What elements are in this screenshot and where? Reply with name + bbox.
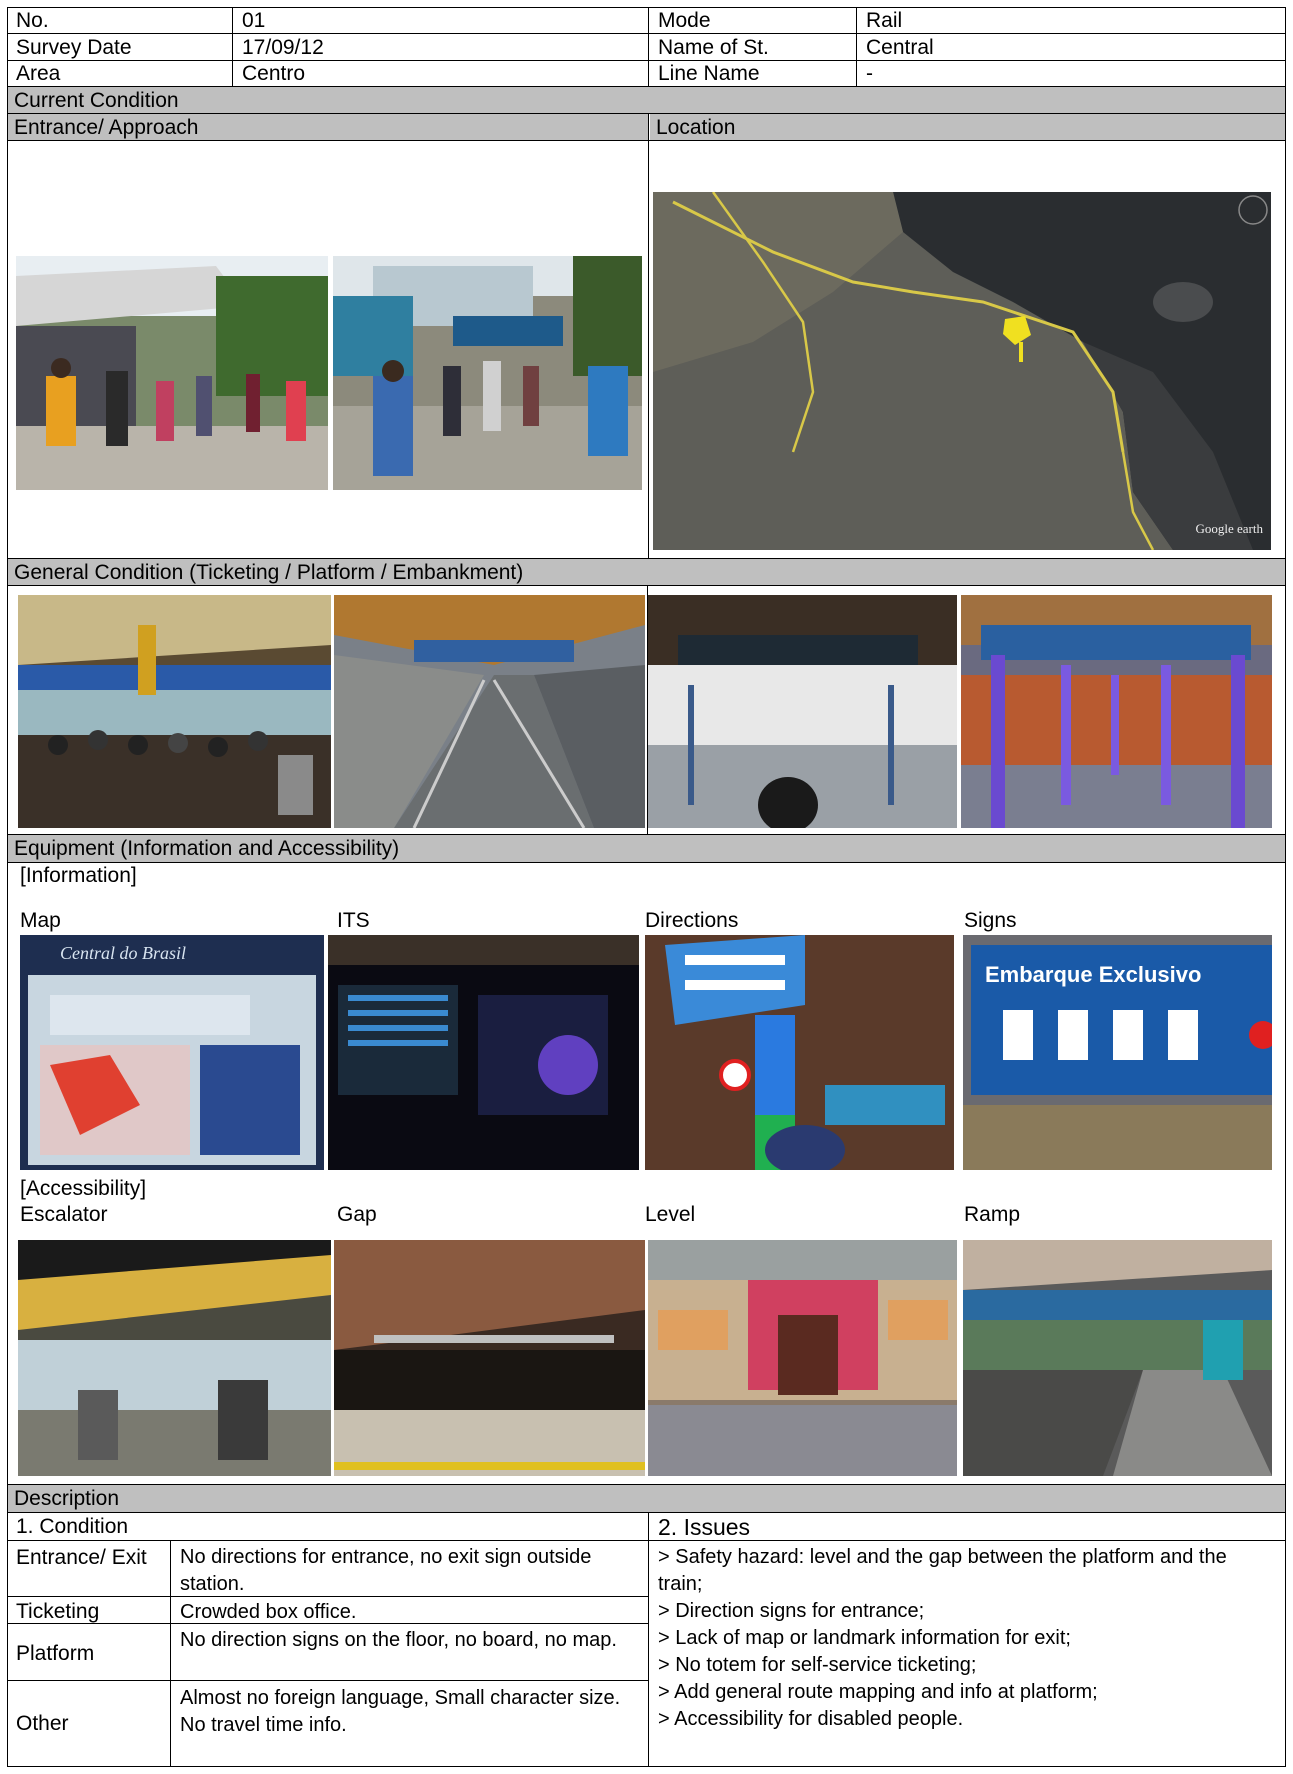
sign-photo-text: Embarque Exclusivo — [985, 962, 1202, 987]
station-name-label: Name of St. — [658, 36, 769, 59]
access-photo-ramp — [963, 1240, 1272, 1476]
general-photo-columns — [961, 595, 1272, 828]
info-label-its: ITS — [337, 909, 370, 932]
condition-text-ticketing: Crowded box office. — [180, 1601, 357, 1623]
info-label-directions: Directions — [645, 909, 739, 932]
information-heading: [Information] — [20, 864, 137, 887]
info-photo-directions — [645, 935, 954, 1170]
general-photo-walkway — [334, 595, 645, 828]
condition-text-entrance: No directions for entrance, no exit sign… — [180, 1546, 592, 1595]
condition-label-other: Other — [16, 1712, 69, 1735]
condition-label-ticketing: Ticketing — [16, 1600, 100, 1623]
map-photo-title: Central do Brasil — [60, 943, 187, 963]
description-header: Description — [8, 1485, 1285, 1512]
mode-label: Mode — [658, 9, 711, 32]
info-label-map: Map — [20, 909, 61, 932]
mode-value: Rail — [866, 9, 903, 32]
location-header: Location — [650, 114, 1285, 141]
info-photo-signs: Embarque Exclusivo — [963, 935, 1272, 1170]
issue-item: > Accessibility for disabled people. — [658, 1708, 964, 1730]
entrance-approach-header: Entrance/ Approach — [8, 114, 648, 141]
survey-date-value: 17/09/12 — [242, 36, 324, 59]
general-photo-platform — [648, 595, 957, 828]
access-label-gap: Gap — [337, 1203, 377, 1226]
info-photo-map: Central do Brasil — [20, 935, 324, 1170]
access-photo-escalator — [18, 1240, 331, 1476]
access-label-level: Level — [645, 1203, 696, 1226]
access-label-escalator: Escalator — [20, 1203, 108, 1226]
accessibility-heading: [Accessibility] — [20, 1177, 147, 1200]
current-condition-header: Current Condition — [8, 87, 1285, 114]
no-value: 01 — [242, 9, 266, 32]
access-label-ramp: Ramp — [964, 1203, 1021, 1226]
line-name-value: - — [866, 62, 873, 85]
survey-date-label: Survey Date — [16, 36, 132, 59]
equipment-header: Equipment (Information and Accessibility… — [8, 835, 1285, 862]
entrance-photo-1 — [16, 256, 328, 490]
condition-label-platform: Platform — [16, 1642, 95, 1665]
no-label: No. — [16, 9, 49, 32]
condition-title: 1. Condition — [16, 1515, 129, 1538]
info-photo-its — [328, 935, 639, 1170]
general-photo-ticketing — [18, 595, 331, 828]
survey-sheet: No. 01 Mode Rail Survey Date 17/09/12 Na… — [0, 0, 1293, 1774]
issue-item: > Safety hazard: level and the gap betwe… — [658, 1546, 1227, 1595]
issues-title: 2. Issues — [658, 1514, 751, 1540]
area-label: Area — [16, 62, 61, 85]
station-name-value: Central — [866, 36, 934, 59]
line-name-label: Line Name — [658, 62, 760, 85]
access-photo-level — [648, 1240, 957, 1476]
general-condition-header: General Condition (Ticketing / Platform … — [8, 559, 1285, 586]
access-photo-gap — [334, 1240, 645, 1476]
condition-text-other: Almost no foreign language, Small charac… — [180, 1687, 621, 1736]
map-watermark: Google earth — [1195, 521, 1263, 536]
area-value: Centro — [242, 62, 306, 85]
info-label-signs: Signs — [964, 909, 1017, 932]
condition-label-entrance: Entrance/ Exit — [16, 1546, 147, 1569]
entrance-photo-2 — [333, 256, 642, 490]
condition-text-platform: No direction signs on the floor, no boar… — [180, 1629, 617, 1651]
location-map: Google earth — [653, 192, 1271, 550]
